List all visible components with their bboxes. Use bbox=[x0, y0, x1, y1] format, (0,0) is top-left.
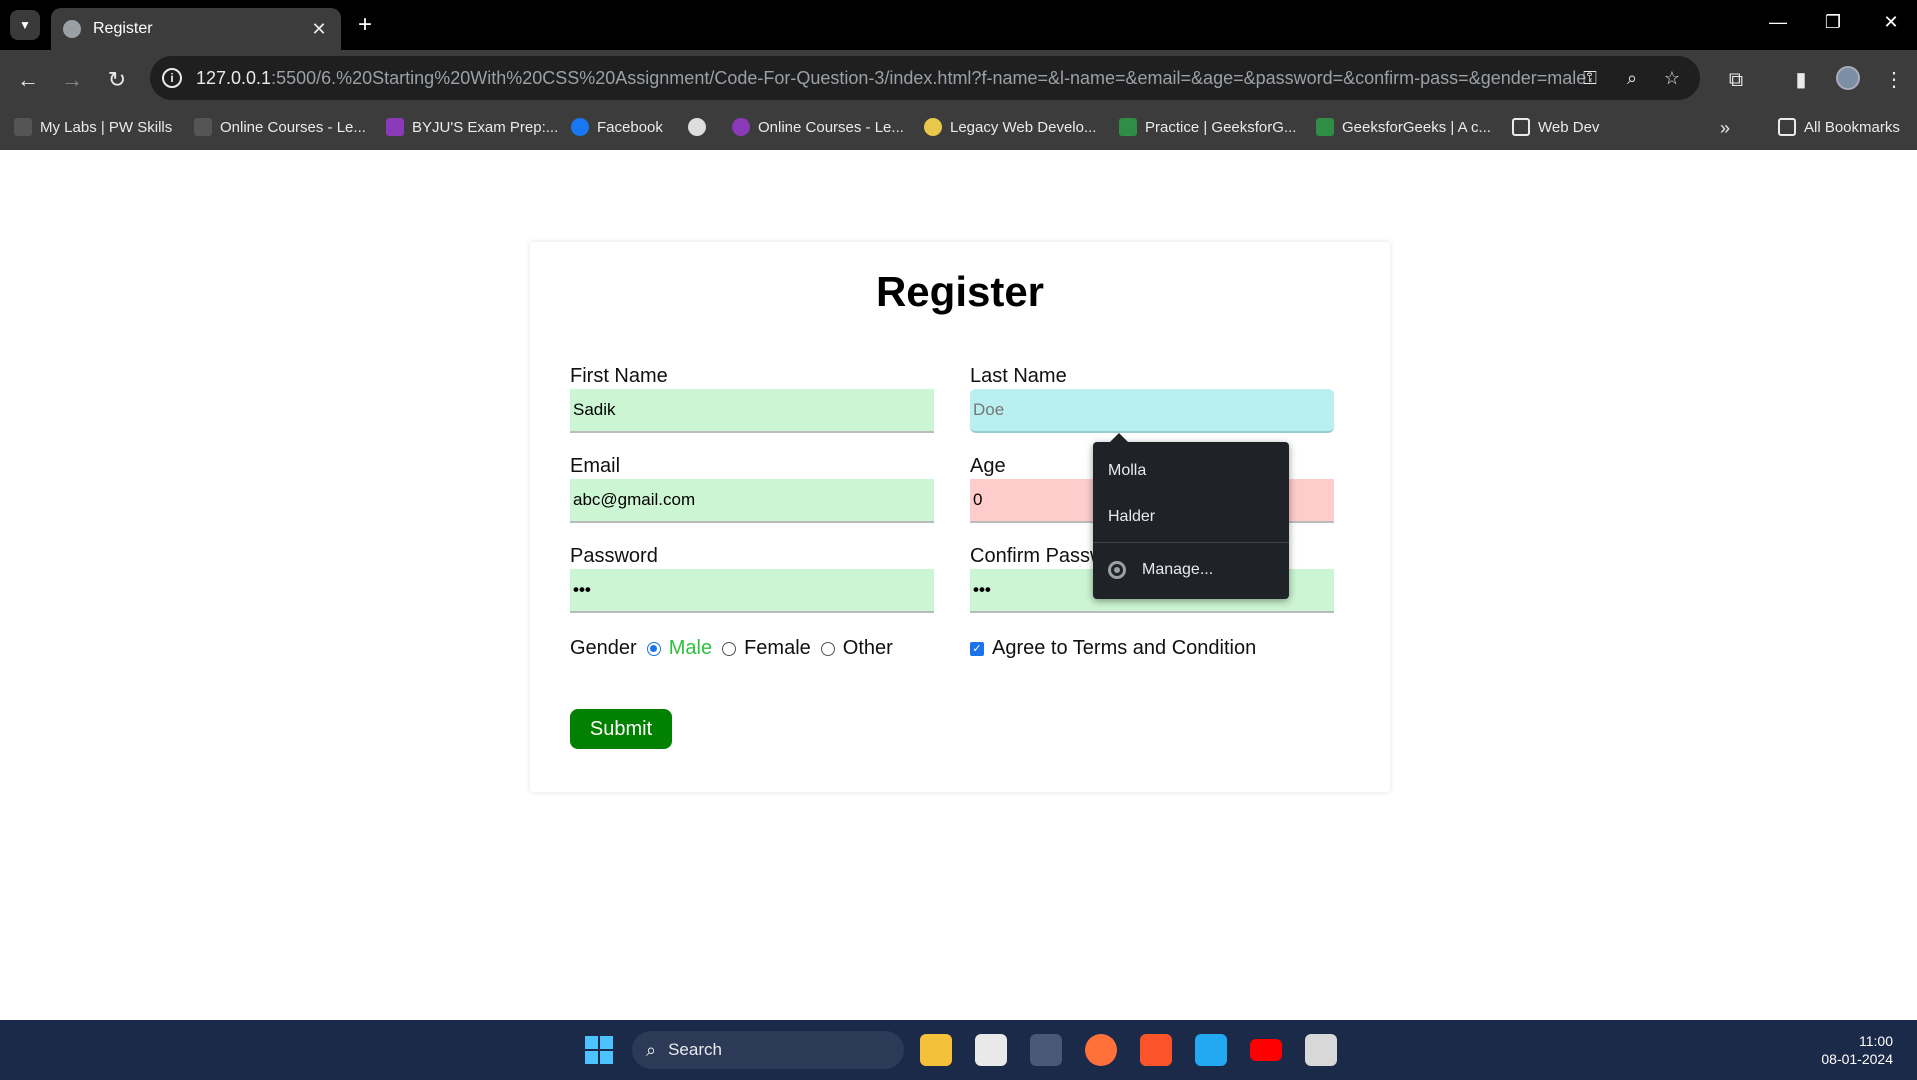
first-name-input[interactable]: Sadik bbox=[570, 389, 934, 433]
gender-label: Gender bbox=[570, 637, 637, 659]
clock-time: 11:00 bbox=[1859, 1033, 1893, 1049]
windows-start-icon[interactable] bbox=[585, 1036, 613, 1064]
folder-icon bbox=[1512, 118, 1530, 136]
bookmark-item[interactable]: Online Courses - Le... bbox=[732, 118, 904, 136]
brave-icon[interactable] bbox=[1140, 1034, 1172, 1066]
autofill-option[interactable]: Halder bbox=[1108, 508, 1155, 526]
last-name-label: Last Name bbox=[970, 365, 1067, 387]
microsoft-store-icon[interactable] bbox=[975, 1034, 1007, 1066]
zoom-icon[interactable]: ⌕ bbox=[1620, 66, 1644, 90]
agree-checkbox[interactable]: ✓ bbox=[970, 641, 984, 656]
close-icon[interactable]: ✕ bbox=[309, 19, 329, 40]
autofill-manage[interactable]: Manage... bbox=[1108, 561, 1213, 579]
geeksforgeeks-icon bbox=[1316, 118, 1334, 136]
gender-female-label[interactable]: Female bbox=[744, 637, 811, 660]
url-text[interactable]: 127.0.0.1:5500/6.%20Starting%20With%20CS… bbox=[196, 68, 1586, 89]
window-close-icon[interactable]: ✕ bbox=[1876, 12, 1906, 33]
browser-toolbar: ← → ↻ i 127.0.0.1:5500/6.%20Starting%20W… bbox=[0, 50, 1917, 108]
back-icon[interactable]: ← bbox=[14, 66, 42, 94]
autofill-option[interactable]: Molla bbox=[1108, 462, 1146, 480]
bookmark-favicon-icon bbox=[924, 118, 942, 136]
chevron-down-icon: ▼ bbox=[19, 18, 31, 32]
agree-group: ✓ Agree to Terms and Condition bbox=[970, 637, 1256, 660]
last-name-input[interactable]: Doe bbox=[970, 389, 1334, 433]
address-bar[interactable]: i 127.0.0.1:5500/6.%20Starting%20With%20… bbox=[150, 56, 1700, 100]
password-group: Password ••• bbox=[570, 543, 934, 613]
gender-male-radio[interactable] bbox=[646, 641, 661, 656]
bookmark-item[interactable]: Practice | GeeksforG... bbox=[1119, 118, 1296, 136]
tab-strip: ▼ Register ✕ + — ❐ ✕ bbox=[0, 0, 1917, 50]
bookmark-item[interactable]: BYJU'S Exam Prep:... bbox=[386, 118, 558, 136]
password-label: Password bbox=[570, 545, 658, 567]
autofill-popup: Molla Halder Manage... bbox=[1093, 433, 1289, 599]
taskbar: ⌕ Search 11:00 08-01-2024 bbox=[0, 1020, 1917, 1080]
bookmark-item[interactable]: Legacy Web Develo... bbox=[924, 118, 1096, 136]
new-tab-button[interactable]: + bbox=[352, 12, 378, 38]
first-name-label: First Name bbox=[570, 365, 668, 387]
submit-button[interactable]: Submit bbox=[570, 709, 672, 749]
vscode-icon[interactable] bbox=[1195, 1034, 1227, 1066]
password-input[interactable]: ••• bbox=[570, 569, 934, 613]
bookmark-favicon-icon bbox=[194, 118, 212, 136]
bookmark-item[interactable]: My Labs | PW Skills bbox=[14, 118, 172, 136]
profile-avatar[interactable] bbox=[1836, 66, 1860, 90]
tab-search-button[interactable]: ▼ bbox=[10, 10, 40, 40]
password-key-icon[interactable]: ⚿ bbox=[1578, 66, 1602, 90]
chrome-icon bbox=[1108, 561, 1126, 579]
file-explorer-icon[interactable] bbox=[920, 1034, 952, 1066]
clock-date: 08-01-2024 bbox=[1821, 1051, 1893, 1067]
reload-icon[interactable]: ↻ bbox=[103, 66, 131, 94]
email-input[interactable]: abc@gmail.com bbox=[570, 479, 934, 523]
bookmark-item[interactable]: Online Courses - Le... bbox=[194, 118, 366, 136]
bookmark-favicon-icon bbox=[386, 118, 404, 136]
system-clock[interactable]: 11:00 08-01-2024 bbox=[1821, 1032, 1893, 1068]
gender-other-radio[interactable] bbox=[820, 641, 835, 656]
facebook-icon bbox=[571, 118, 589, 136]
bookmark-item[interactable]: GeeksforGeeks | A c... bbox=[1316, 118, 1491, 136]
bookmark-favicon-icon bbox=[14, 118, 32, 136]
email-label: Email bbox=[570, 455, 621, 477]
chrome-taskbar-icon[interactable] bbox=[1030, 1034, 1062, 1066]
email-group: Email abc@gmail.com bbox=[570, 453, 934, 523]
bookmark-star-icon[interactable]: ☆ bbox=[1660, 66, 1684, 90]
agree-label[interactable]: Agree to Terms and Condition bbox=[992, 637, 1256, 660]
minimize-icon[interactable]: — bbox=[1763, 12, 1793, 33]
gender-male-label[interactable]: Male bbox=[669, 637, 712, 660]
bookmarks-bar: My Labs | PW Skills Online Courses - Le.… bbox=[0, 108, 1917, 150]
site-info-icon[interactable]: i bbox=[162, 68, 182, 88]
firefox-icon[interactable] bbox=[1085, 1034, 1117, 1066]
taskbar-search[interactable]: ⌕ Search bbox=[632, 1031, 904, 1069]
tab-title: Register bbox=[93, 20, 153, 37]
bookmark-favicon-icon bbox=[732, 118, 750, 136]
last-name-group: Last Name Doe bbox=[970, 363, 1334, 433]
gender-group: Gender Male Female Other bbox=[570, 637, 893, 660]
globe-icon bbox=[688, 118, 706, 136]
menu-icon[interactable]: ⋮ bbox=[1880, 66, 1908, 94]
more-bookmarks-button[interactable]: » bbox=[1720, 118, 1730, 139]
folder-icon bbox=[1778, 118, 1796, 136]
youtube-icon[interactable] bbox=[1250, 1039, 1282, 1061]
geeksforgeeks-icon bbox=[1119, 118, 1137, 136]
globe-icon bbox=[63, 20, 81, 38]
snipping-tool-icon[interactable] bbox=[1305, 1034, 1337, 1066]
side-panel-icon[interactable]: ▮ bbox=[1787, 66, 1815, 94]
divider bbox=[1093, 542, 1289, 543]
bookmark-folder[interactable]: Web Dev bbox=[1512, 118, 1599, 136]
page-title: Register bbox=[875, 268, 1045, 315]
extensions-icon[interactable]: ⧉ bbox=[1722, 66, 1750, 94]
all-bookmarks-button[interactable]: All Bookmarks bbox=[1778, 118, 1900, 136]
first-name-group: First Name Sadik bbox=[570, 363, 934, 433]
bookmark-item[interactable]: Facebook bbox=[571, 118, 663, 136]
last-name-placeholder: Doe bbox=[973, 400, 1005, 419]
forward-icon[interactable]: → bbox=[58, 66, 86, 94]
bookmark-item[interactable] bbox=[688, 118, 714, 136]
gender-female-radio[interactable] bbox=[722, 641, 737, 656]
gender-other-label[interactable]: Other bbox=[843, 637, 893, 660]
tab-register[interactable]: Register ✕ bbox=[51, 8, 341, 50]
restore-icon[interactable]: ❐ bbox=[1818, 12, 1848, 33]
search-icon: ⌕ bbox=[646, 1039, 657, 1060]
